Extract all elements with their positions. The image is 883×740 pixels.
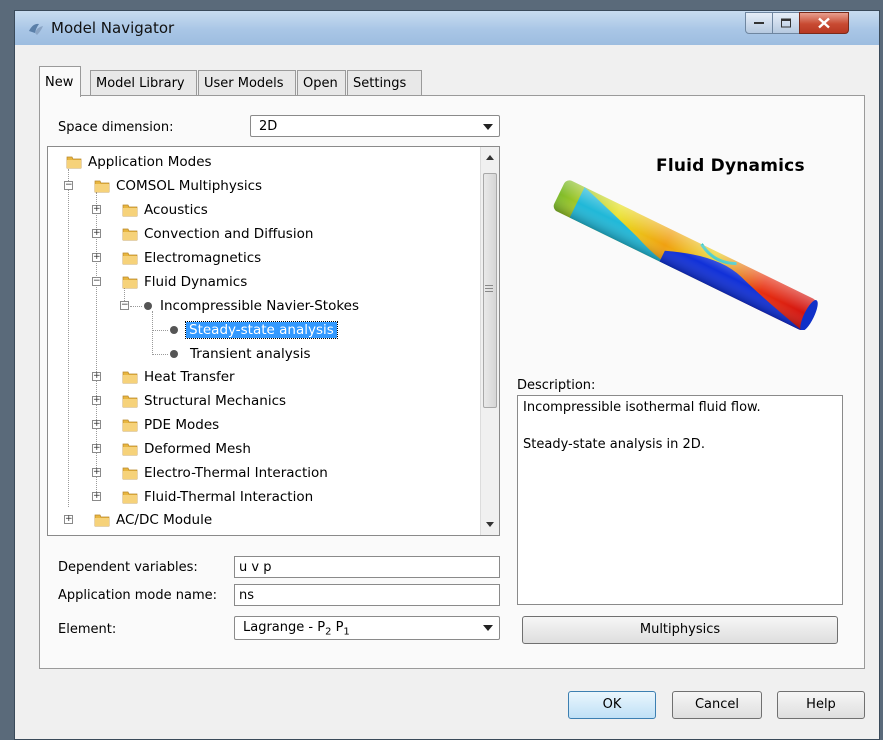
tree-item-pde-modes[interactable]: + PDE Modes: [48, 414, 478, 436]
tree-item-convection-diffusion[interactable]: + Convection and Diffusion: [48, 223, 478, 245]
folder-icon: [122, 467, 138, 480]
space-dimension-select[interactable]: 2D: [250, 115, 500, 137]
tree-item-application-modes[interactable]: Application Modes: [48, 151, 478, 173]
expand-icon[interactable]: +: [92, 396, 101, 405]
folder-icon: [122, 419, 138, 432]
bullet-icon: [170, 326, 178, 334]
app-mode-name-label: Application mode name:: [58, 588, 218, 603]
help-button[interactable]: Help: [777, 691, 865, 719]
comsol-app-icon: [29, 23, 43, 35]
cancel-button[interactable]: Cancel: [672, 691, 762, 719]
tab-user-models[interactable]: User Models: [198, 70, 296, 96]
dependent-variables-label: Dependent variables:: [58, 560, 198, 575]
folder-icon: [66, 156, 82, 169]
collapse-icon[interactable]: −: [120, 301, 129, 310]
tree-item-electro-thermal-interaction[interactable]: + Electro-Thermal Interaction: [48, 462, 478, 484]
expand-icon[interactable]: +: [92, 444, 101, 453]
ok-button[interactable]: OK: [568, 691, 656, 719]
folder-icon: [122, 276, 138, 289]
tree-item-fluid-dynamics[interactable]: − Fluid Dynamics: [48, 271, 478, 293]
application-modes-tree[interactable]: Application Modes − COMSOL Multiphysics …: [47, 146, 500, 536]
bullet-icon: [144, 302, 152, 310]
folder-icon: [94, 514, 110, 527]
close-window-button[interactable]: [799, 12, 849, 34]
dependent-variables-field[interactable]: [234, 556, 500, 578]
expand-icon[interactable]: +: [92, 205, 101, 214]
tree-item-electromagnetics[interactable]: + Electromagnetics: [48, 247, 478, 269]
element-value: Lagrange - P2 P1: [243, 620, 350, 638]
description-line: Steady-state analysis in 2D.: [523, 437, 705, 452]
dependent-variables-input[interactable]: [235, 557, 499, 577]
tree-scrollbar[interactable]: [480, 147, 499, 535]
preview-title: Fluid Dynamics: [656, 156, 805, 176]
window-title: Model Navigator: [51, 19, 175, 37]
tree-item-structural-mechanics[interactable]: + Structural Mechanics: [48, 390, 478, 412]
tree-item-deformed-mesh[interactable]: + Deformed Mesh: [48, 438, 478, 460]
grip-icon: [485, 285, 493, 294]
folder-icon: [122, 204, 138, 217]
folder-icon: [122, 371, 138, 384]
expand-icon[interactable]: +: [92, 468, 101, 477]
scroll-down-icon[interactable]: [486, 522, 494, 527]
tab-open[interactable]: Open: [297, 70, 346, 96]
collapse-icon[interactable]: −: [92, 277, 101, 286]
description-line: Incompressible isothermal fluid flow.: [523, 400, 761, 415]
minimize-button[interactable]: [745, 12, 773, 34]
element-select[interactable]: Lagrange - P2 P1: [234, 616, 500, 640]
description-label: Description:: [517, 378, 596, 393]
expand-icon[interactable]: +: [64, 515, 73, 524]
maximize-icon: [781, 18, 791, 28]
space-dimension-label: Space dimension:: [58, 120, 174, 135]
app-mode-name-input[interactable]: [235, 585, 499, 605]
tab-settings[interactable]: Settings: [347, 70, 422, 96]
bullet-icon: [170, 350, 178, 358]
folder-icon: [122, 252, 138, 265]
folder-icon: [122, 443, 138, 456]
folder-icon: [122, 395, 138, 408]
multiphysics-button[interactable]: Multiphysics: [522, 616, 838, 644]
app-mode-name-field[interactable]: [234, 584, 500, 606]
minimize-icon: [754, 22, 764, 24]
space-dimension-value: 2D: [259, 119, 278, 134]
scroll-up-icon[interactable]: [486, 155, 494, 160]
expand-icon[interactable]: +: [92, 492, 101, 501]
expand-icon[interactable]: +: [92, 372, 101, 381]
folder-icon: [94, 180, 110, 193]
expand-icon[interactable]: +: [92, 229, 101, 238]
expand-icon[interactable]: +: [92, 420, 101, 429]
chevron-down-icon: [483, 124, 493, 130]
expand-icon[interactable]: +: [92, 253, 101, 262]
tree-item-ac-dc-module[interactable]: + AC/DC Module: [48, 509, 478, 531]
folder-icon: [122, 491, 138, 504]
element-label: Element:: [58, 622, 117, 637]
close-icon: [818, 17, 830, 29]
tab-model-library[interactable]: Model Library: [90, 70, 197, 96]
description-box: Incompressible isothermal fluid flow. St…: [517, 395, 843, 605]
tree-item-fluid-thermal-interaction[interactable]: + Fluid-Thermal Interaction: [48, 486, 478, 508]
tree-item-transient-analysis[interactable]: Transient analysis: [48, 343, 478, 365]
fluid-flow-preview-image: [553, 180, 818, 330]
tab-new[interactable]: New: [39, 66, 81, 97]
title-bar[interactable]: Model Navigator: [15, 11, 879, 45]
tree-item-incompressible-navier-stokes[interactable]: − Incompressible Navier-Stokes: [48, 295, 478, 317]
folder-icon: [122, 228, 138, 241]
tree-item-comsol-multiphysics[interactable]: − COMSOL Multiphysics: [48, 175, 478, 197]
maximize-button[interactable]: [772, 12, 800, 34]
collapse-icon[interactable]: −: [64, 181, 73, 190]
tree-item-heat-transfer[interactable]: + Heat Transfer: [48, 366, 478, 388]
tree-item-acoustics[interactable]: + Acoustics: [48, 199, 478, 221]
chevron-down-icon: [483, 625, 493, 631]
tree-item-steady-state-analysis[interactable]: Steady-state analysis: [48, 319, 478, 341]
